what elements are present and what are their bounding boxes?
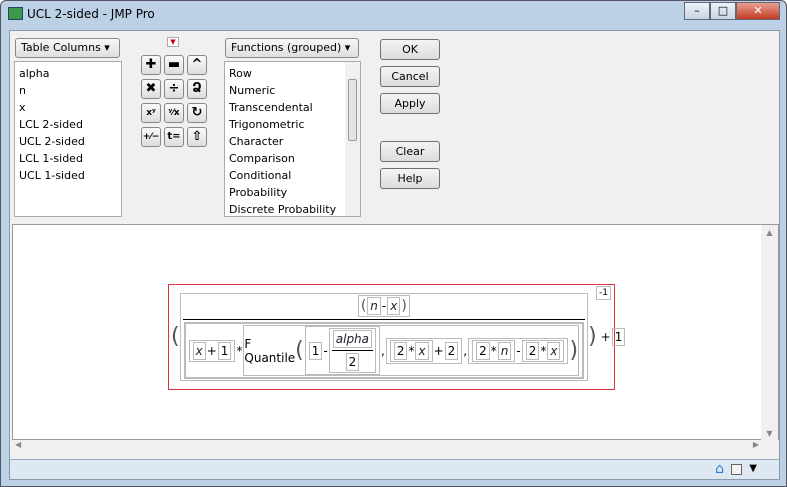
minus-button[interactable]: ▬ — [164, 55, 184, 75]
list-item[interactable]: LCL 1-sided — [19, 150, 117, 167]
divide-button[interactable]: ÷ — [164, 79, 184, 99]
formula-expression[interactable]: ( (n - x) x +1 * F Quantile( 1- alpha 2 , 2 *… — [168, 284, 626, 390]
f-quantile-call[interactable]: F Quantile( 1- alpha 2 , 2 * x +2 , 2 * n -2 * x … — [243, 325, 580, 376]
horizontal-scrollbar[interactable]: ◀ ▶ — [12, 440, 779, 457]
list-item[interactable]: UCL 1-sided — [19, 167, 117, 184]
menu-arrow-icon[interactable]: ▼ — [749, 463, 757, 474]
cancel-button[interactable]: Cancel — [380, 66, 440, 87]
list-item[interactable]: n — [19, 82, 117, 99]
list-item[interactable]: UCL 2-sided — [19, 133, 117, 150]
home-icon[interactable]: ⌂ — [715, 461, 724, 477]
checkbox-icon[interactable] — [731, 464, 742, 475]
functions-dropdown[interactable]: Functions (grouped) ▾ — [225, 38, 359, 58]
list-item[interactable]: Probability — [229, 184, 356, 201]
status-bar: ⌂ ▼ — [10, 459, 779, 479]
list-item[interactable]: alpha — [19, 65, 117, 82]
reciprocal-button[interactable]: ʸ⁄x — [164, 103, 184, 123]
functions-list: Row Numeric Transcendental Trigonometric… — [224, 61, 361, 217]
list-item[interactable]: Character — [229, 133, 356, 150]
list-item[interactable]: Discrete Probability — [229, 201, 356, 216]
numerator[interactable]: (n - x) — [357, 295, 410, 317]
multiply-button[interactable]: ✖ — [141, 79, 161, 99]
list-item[interactable]: x — [19, 99, 117, 116]
list-item[interactable]: LCL 2-sided — [19, 116, 117, 133]
arg-3[interactable]: 2 * n -2 * x — [468, 337, 569, 364]
minimize-button[interactable]: – — [684, 2, 710, 20]
root-button[interactable]: Ձ — [187, 79, 207, 99]
peel-button[interactable]: ⇧ — [187, 127, 207, 147]
functions-scrollbar[interactable] — [345, 62, 360, 216]
plus-button[interactable]: ✚ — [141, 55, 161, 75]
swap-button[interactable]: ↻ — [187, 103, 207, 123]
apply-button[interactable]: Apply — [380, 93, 440, 114]
negate-button[interactable]: +⁄− — [141, 127, 161, 147]
columns-list: alpha n x LCL 2-sided UCL 2-sided LCL 1-… — [14, 61, 122, 217]
list-item[interactable]: Transcendental — [229, 99, 356, 116]
denominator[interactable]: x +1 * F Quantile( 1- alpha 2 , 2 * x +2 , 2 *… — [183, 322, 585, 379]
list-item[interactable]: Trigonometric — [229, 116, 356, 133]
table-columns-dropdown[interactable]: Table Columns ▾ — [15, 38, 120, 58]
list-item[interactable]: Comparison — [229, 150, 356, 167]
main-fraction[interactable]: (n - x) x +1 * F Quantile( 1- alpha 2 , 2 * x +… — [179, 293, 589, 381]
ok-button[interactable]: OK — [380, 39, 440, 60]
maximize-button[interactable]: □ — [710, 2, 736, 20]
vertical-scrollbar[interactable]: ▲ ▼ — [761, 225, 778, 441]
window-title: UCL 2-sided - JMP Pro — [27, 7, 155, 21]
assign-button[interactable]: t= — [164, 127, 184, 147]
exponent[interactable]: -1 — [596, 286, 611, 300]
close-button[interactable]: ✕ — [736, 2, 780, 20]
list-item[interactable]: Conditional — [229, 167, 356, 184]
app-icon — [8, 7, 23, 20]
list-item[interactable]: Row — [229, 65, 356, 82]
arg-2[interactable]: 2 * x +2 — [385, 337, 463, 364]
keypad-menu-icon[interactable]: ▼ — [167, 37, 179, 47]
power-button[interactable]: xʸ — [141, 103, 161, 123]
arg-1[interactable]: 1- alpha 2 — [304, 326, 381, 375]
caret-button[interactable]: ^ — [187, 55, 207, 75]
clear-button[interactable]: Clear — [380, 141, 440, 162]
list-item[interactable]: Numeric — [229, 82, 356, 99]
help-button[interactable]: Help — [380, 168, 440, 189]
window: UCL 2-sided - JMP Pro – □ ✕ Table Column… — [0, 0, 787, 487]
